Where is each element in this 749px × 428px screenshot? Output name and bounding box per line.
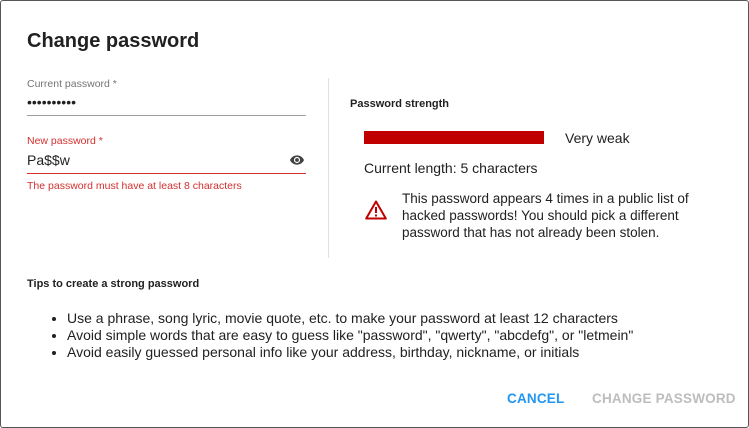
strength-meter [364, 131, 544, 144]
new-password-field: New password * Pa$$w The password must h… [27, 133, 306, 193]
current-password-field: Current password * •••••••••• [27, 76, 306, 118]
tips-heading: Tips to create a strong password [27, 278, 200, 290]
eye-icon[interactable] [288, 151, 306, 169]
column-divider [328, 78, 329, 258]
new-password-underline [27, 173, 306, 174]
list-item: Avoid easily guessed personal info like … [67, 344, 633, 361]
strength-level-label: Very weak [565, 130, 630, 146]
change-password-button[interactable]: CHANGE PASSWORD [592, 391, 736, 406]
list-item: Use a phrase, song lyric, movie quote, e… [67, 310, 633, 327]
list-item: Avoid simple words that are easy to gues… [67, 327, 633, 344]
tips-list: Use a phrase, song lyric, movie quote, e… [27, 310, 633, 361]
new-password-error: The password must have at least 8 charac… [27, 180, 242, 192]
cancel-button[interactable]: CANCEL [507, 391, 564, 406]
warning-triangle-icon [365, 200, 387, 220]
current-password-label: Current password * [27, 78, 117, 90]
new-password-label: New password * [27, 135, 103, 147]
strength-heading: Password strength [350, 98, 450, 110]
dialog-title: Change password [27, 30, 200, 52]
breach-warning-text: This password appears 4 times in a publi… [402, 191, 689, 240]
current-password-input[interactable]: •••••••••• [27, 94, 267, 110]
current-password-underline [27, 115, 306, 116]
current-length-text: Current length: 5 characters [364, 160, 538, 176]
new-password-input[interactable]: Pa$$w [27, 152, 267, 168]
strength-meter-fill [364, 131, 544, 144]
change-password-dialog: Change password Current password * •••••… [0, 0, 749, 428]
